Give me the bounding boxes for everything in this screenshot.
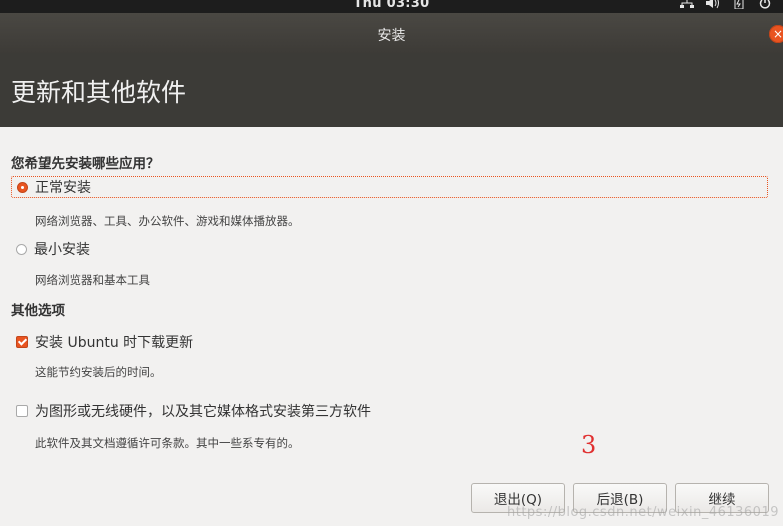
radio-selected-indicator[interactable] (17, 181, 28, 193)
volume-icon[interactable] (705, 0, 721, 11)
checkbox-download-updates[interactable]: 安装 Ubuntu 时下载更新 (16, 332, 193, 352)
window-titlebar[interactable]: 安装 × (0, 13, 783, 53)
page-header: 更新和其他软件 (0, 53, 783, 127)
question-heading: 您希望先安装哪些应用？ (11, 156, 160, 172)
normal-install-label: 正常安装 (35, 180, 91, 196)
third-party-label: 为图形或无线硬件，以及其它媒体格式安装第三方软件 (35, 404, 371, 420)
clock[interactable]: Thu 03:30 (0, 0, 783, 12)
other-options-heading: 其他选项 (11, 303, 65, 319)
power-menu-icon[interactable] (757, 0, 773, 11)
download-updates-desc: 这能节约安装后的时间。 (35, 365, 162, 379)
top-panel: Thu 03:30 (0, 0, 783, 13)
page-title: 更新和其他软件 (11, 78, 187, 107)
minimal-install-desc: 网络浏览器和基本工具 (35, 273, 150, 287)
quit-button[interactable]: 退出(Q) (471, 483, 565, 513)
radio-normal-install[interactable]: 正常安装 (11, 176, 768, 198)
step-annotation: 3 (581, 431, 597, 459)
minimal-install-label: 最小安装 (34, 242, 90, 258)
checkbox-unchecked-indicator[interactable] (16, 405, 28, 417)
window-title: 安装 (377, 28, 406, 44)
continue-button[interactable]: 继续 (675, 483, 769, 513)
checkbox-checked-indicator[interactable] (16, 336, 28, 348)
main-content: 您希望先安装哪些应用？ 正常安装 网络浏览器、工具、办公软件、游戏和媒体播放器。… (0, 127, 783, 526)
checkbox-third-party[interactable]: 为图形或无线硬件，以及其它媒体格式安装第三方软件 (16, 401, 371, 421)
system-tray (679, 0, 773, 11)
download-updates-label: 安装 Ubuntu 时下载更新 (35, 335, 194, 351)
third-party-desc: 此软件及其文档遵循许可条款。其中一些系专有的。 (35, 436, 300, 450)
normal-install-desc: 网络浏览器、工具、办公软件、游戏和媒体播放器。 (35, 214, 300, 228)
network-icon[interactable] (679, 0, 695, 11)
close-button[interactable]: × (769, 25, 783, 43)
radio-minimal-install[interactable]: 最小安装 (16, 239, 90, 259)
back-button[interactable]: 后退(B) (573, 483, 667, 513)
radio-unselected-indicator[interactable] (16, 243, 27, 255)
battery-icon[interactable] (731, 0, 747, 11)
